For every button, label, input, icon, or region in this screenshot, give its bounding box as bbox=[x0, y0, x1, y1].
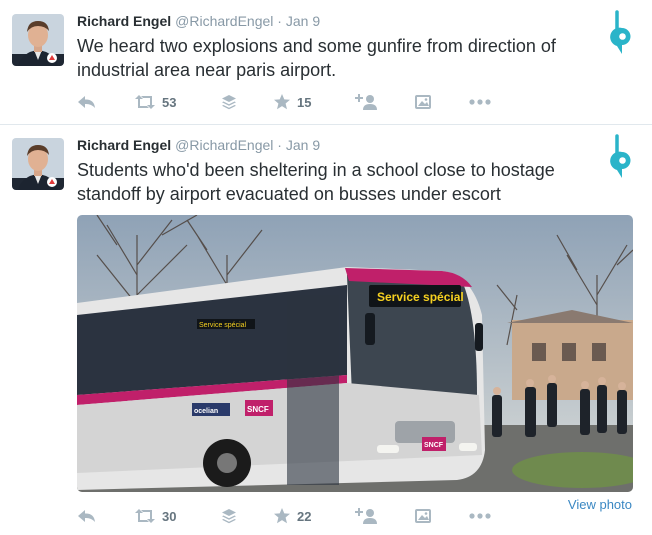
tweet-header: Richard Engel @RichardEngel · Jan 9 bbox=[77, 137, 320, 153]
layers-icon bbox=[222, 509, 236, 524]
bus-destination-sign: Service spécial bbox=[377, 290, 464, 304]
tweet-header: Richard Engel @RichardEngel · Jan 9 bbox=[77, 13, 320, 29]
tweet-actions: 30 22 bbox=[77, 506, 517, 526]
author-handle[interactable]: @RichardEngel bbox=[175, 13, 273, 29]
tweet: Richard Engel @RichardEngel · Jan 9 We he… bbox=[0, 0, 652, 125]
more-dots-icon bbox=[469, 513, 491, 519]
retweet-icon bbox=[135, 95, 155, 109]
retweet-count: 53 bbox=[162, 94, 177, 110]
favorite-button[interactable]: 22 bbox=[273, 506, 311, 526]
author-name[interactable]: Richard Engel bbox=[77, 13, 171, 29]
tweet-photo[interactable]: Service spécial Service spécial ocelian … bbox=[77, 215, 633, 492]
avatar[interactable] bbox=[12, 138, 64, 190]
tweet-text: Students who'd been sheltering in a scho… bbox=[77, 160, 555, 204]
bus-operator-logo: ocelian bbox=[194, 408, 218, 415]
reply-button[interactable] bbox=[77, 506, 97, 526]
bluebird-b-logo-icon[interactable] bbox=[610, 10, 634, 56]
retweet-count: 30 bbox=[162, 508, 177, 524]
favorite-count: 15 bbox=[297, 94, 312, 110]
bus-side-brand: SNCF bbox=[247, 405, 269, 414]
author-handle[interactable]: @RichardEngel bbox=[175, 137, 273, 153]
tweet-timestamp[interactable]: Jan 9 bbox=[286, 13, 320, 29]
media-button[interactable] bbox=[415, 506, 431, 526]
tweet-timestamp[interactable]: Jan 9 bbox=[286, 137, 320, 153]
star-icon bbox=[274, 508, 290, 524]
follow-button[interactable] bbox=[355, 506, 377, 526]
view-photo-link[interactable]: View photo bbox=[568, 497, 632, 512]
image-icon bbox=[415, 95, 431, 109]
reply-arrow-icon bbox=[78, 510, 95, 522]
tweet-text: We heard two explosions and some gunfire… bbox=[77, 36, 556, 80]
follow-button[interactable] bbox=[355, 92, 377, 112]
tweet: Richard Engel @RichardEngel · Jan 9 Stude… bbox=[0, 124, 652, 535]
star-icon bbox=[274, 94, 290, 110]
bus-front-brand: SNCF bbox=[424, 442, 444, 449]
add-person-icon bbox=[355, 508, 377, 524]
author-name[interactable]: Richard Engel bbox=[77, 137, 171, 153]
favorite-count: 22 bbox=[297, 508, 312, 524]
bus-interior-sign: Service spécial bbox=[199, 322, 247, 329]
layers-icon bbox=[222, 95, 236, 110]
tweet-actions: 53 15 bbox=[77, 92, 517, 112]
avatar[interactable] bbox=[12, 14, 64, 66]
more-button[interactable] bbox=[469, 92, 491, 112]
retweet-button[interactable]: 30 bbox=[134, 506, 176, 526]
more-button[interactable] bbox=[469, 506, 491, 526]
separator-dot: · bbox=[277, 137, 282, 153]
bluebird-b-logo-icon[interactable] bbox=[610, 134, 634, 180]
more-dots-icon bbox=[469, 99, 491, 105]
image-icon bbox=[415, 509, 431, 523]
favorite-button[interactable]: 15 bbox=[273, 92, 311, 112]
reply-arrow-icon bbox=[78, 96, 95, 108]
retweet-button[interactable]: 53 bbox=[134, 92, 176, 112]
add-person-icon bbox=[355, 94, 377, 110]
media-button[interactable] bbox=[415, 92, 431, 112]
retweet-icon bbox=[135, 509, 155, 523]
buffer-button[interactable] bbox=[221, 92, 237, 112]
buffer-button[interactable] bbox=[221, 506, 237, 526]
reply-button[interactable] bbox=[77, 92, 97, 112]
separator-dot: · bbox=[277, 13, 282, 29]
